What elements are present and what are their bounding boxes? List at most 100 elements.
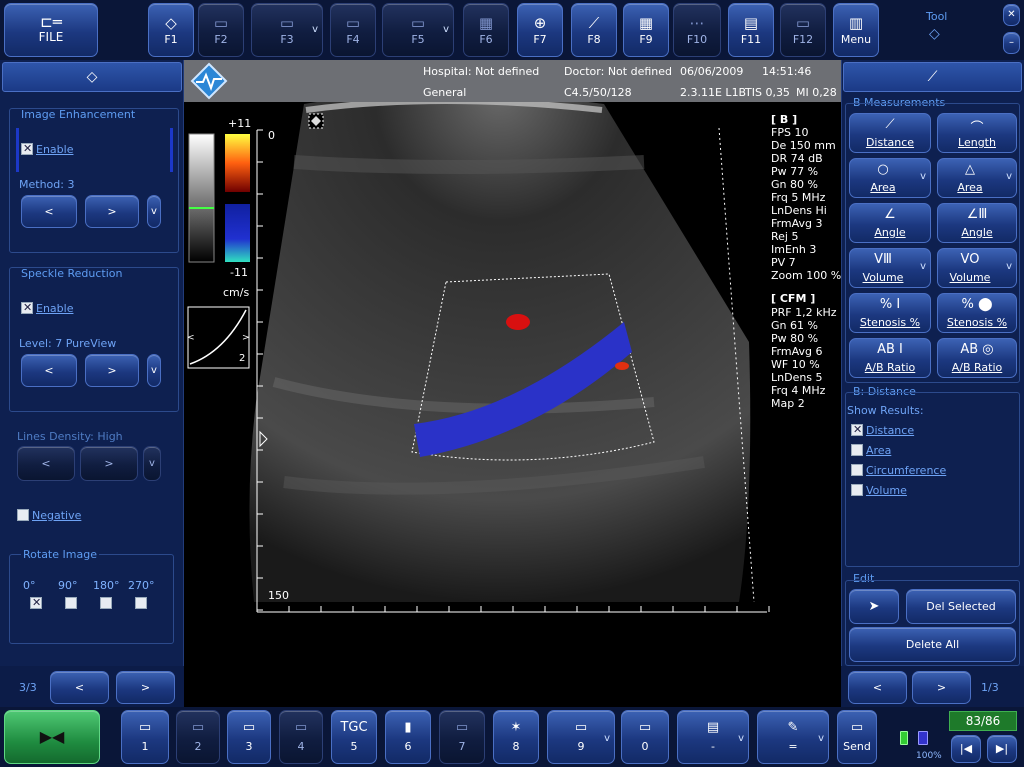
prev-frame-button[interactable]: |◀ bbox=[951, 735, 981, 763]
left-next-page-button[interactable]: > bbox=[116, 671, 175, 704]
function-key-label: F9 bbox=[639, 33, 653, 46]
left-panel-header[interactable]: ◇ bbox=[2, 62, 182, 92]
close-button[interactable]: ✕ bbox=[1003, 4, 1020, 26]
function-key-f4[interactable]: ▭ F4 bbox=[330, 3, 376, 57]
dropdown-icon[interactable]: v bbox=[920, 261, 926, 272]
function-key-f3[interactable]: ▭ F3 v bbox=[251, 3, 323, 57]
bottom-key-7[interactable]: ▭ 7 bbox=[439, 710, 485, 764]
result-label[interactable]: Area bbox=[866, 444, 891, 457]
function-key-f10[interactable]: ⋯ F10 bbox=[673, 3, 721, 57]
measure-length-button[interactable]: ⌒ Length bbox=[937, 113, 1017, 153]
measure-area-button[interactable]: ○ Area v bbox=[849, 158, 931, 198]
method-next-button[interactable]: > bbox=[85, 195, 139, 228]
bottom-key-6[interactable]: ▮ 6 bbox=[385, 710, 431, 764]
del-selected-button[interactable]: Del Selected bbox=[906, 589, 1016, 624]
bottom-key-Send[interactable]: ▭ Send bbox=[837, 710, 877, 764]
bottom-key-4[interactable]: ▭ 4 bbox=[279, 710, 323, 764]
dropdown-icon[interactable]: v bbox=[920, 171, 926, 182]
method-more-button[interactable]: v bbox=[147, 195, 161, 228]
rotate-checkbox[interactable] bbox=[65, 597, 77, 609]
measure-a-b-ratio-button[interactable]: AB Ⅰ A/B Ratio bbox=[849, 338, 931, 378]
image-enhancement-enable-label[interactable]: Enable bbox=[36, 143, 73, 156]
freeze-button[interactable]: ▶◀ bbox=[4, 710, 100, 764]
bottom-key-5[interactable]: TGC 5 bbox=[331, 710, 377, 764]
param-line: Pw 80 % bbox=[771, 332, 819, 345]
rotate-checkbox[interactable] bbox=[135, 597, 147, 609]
bottom-key--[interactable]: ▤ - v bbox=[677, 710, 749, 764]
dropdown-icon[interactable]: v bbox=[312, 24, 318, 35]
right-next-page-button[interactable]: > bbox=[912, 671, 971, 704]
bottom-key-=[interactable]: ✎ = v bbox=[757, 710, 829, 764]
tool-icon[interactable]: ◇ bbox=[929, 26, 940, 42]
delete-all-button[interactable]: Delete All bbox=[849, 627, 1016, 662]
bottom-key-1[interactable]: ▭ 1 bbox=[121, 710, 169, 764]
speckle-more-label: v bbox=[151, 365, 157, 376]
speckle-next-button[interactable]: > bbox=[85, 354, 139, 387]
measure-angle-button[interactable]: ∠Ⅲ Angle bbox=[937, 203, 1017, 243]
bottom-key-2[interactable]: ▭ 2 bbox=[176, 710, 220, 764]
pointer-button[interactable]: ➤ bbox=[849, 589, 899, 624]
function-key-f9[interactable]: ▦ F9 bbox=[623, 3, 669, 57]
close-icon: ✕ bbox=[1007, 9, 1016, 20]
speckle-checkbox[interactable] bbox=[21, 301, 33, 314]
rotate-checkbox[interactable] bbox=[30, 596, 42, 609]
speckle-more-button[interactable]: v bbox=[147, 354, 161, 387]
bottom-key-8[interactable]: ✶ 8 bbox=[493, 710, 539, 764]
lines-density-more-button[interactable]: v bbox=[143, 446, 161, 481]
function-key-label: F11 bbox=[740, 33, 762, 46]
measure-angle-button[interactable]: ∠ Angle bbox=[849, 203, 931, 243]
measure-stenosis--button[interactable]: % ⬤ Stenosis % bbox=[937, 293, 1017, 333]
measure-a-b-ratio-button[interactable]: AB ◎ A/B Ratio bbox=[937, 338, 1017, 378]
measure-volume-button[interactable]: VⅢ Volume v bbox=[849, 248, 931, 288]
bottom-key-3[interactable]: ▭ 3 bbox=[227, 710, 271, 764]
dropdown-icon[interactable]: v bbox=[818, 733, 824, 744]
ultrasound-image[interactable]: < > bbox=[184, 102, 841, 707]
function-key-f5[interactable]: ▭ F5 v bbox=[382, 3, 454, 57]
speckle-enable-label[interactable]: Enable bbox=[36, 302, 73, 315]
right-prev-page-button[interactable]: < bbox=[848, 671, 907, 704]
function-key-f7[interactable]: ⊕ F7 bbox=[517, 3, 563, 57]
speckle-prev-button[interactable]: < bbox=[21, 354, 77, 387]
left-next-label: > bbox=[140, 681, 151, 694]
result-checkbox[interactable] bbox=[851, 423, 863, 436]
rotate-checkbox[interactable] bbox=[100, 597, 112, 609]
function-key-f2[interactable]: ▭ F2 bbox=[198, 3, 244, 57]
result-label[interactable]: Distance bbox=[866, 424, 914, 437]
dropdown-icon[interactable]: v bbox=[738, 733, 744, 744]
measure-area-button[interactable]: △ Area v bbox=[937, 158, 1017, 198]
bottom-key-9[interactable]: ▭ 9 v bbox=[547, 710, 615, 764]
function-key-f8[interactable]: ⟋ F8 bbox=[571, 3, 617, 57]
result-checkbox[interactable] bbox=[851, 444, 863, 456]
measure-label: Stenosis % bbox=[859, 316, 921, 329]
function-key-f6[interactable]: ▦ F6 bbox=[463, 3, 509, 57]
function-key-f11[interactable]: ▤ F11 bbox=[728, 3, 774, 57]
next-frame-button[interactable]: ▶| bbox=[987, 735, 1017, 763]
lines-density-more-label: v bbox=[149, 458, 155, 469]
function-key-menu[interactable]: ▥ Menu bbox=[833, 3, 879, 57]
param-line: PRF 1,2 kHz bbox=[771, 306, 837, 319]
dropdown-icon[interactable]: v bbox=[1006, 171, 1012, 182]
result-checkbox[interactable] bbox=[851, 484, 863, 496]
lines-density-next-button[interactable]: > bbox=[80, 446, 138, 481]
measure-volume-button[interactable]: VO Volume v bbox=[937, 248, 1017, 288]
dropdown-icon[interactable]: v bbox=[1006, 261, 1012, 272]
lines-density-prev-button[interactable]: < bbox=[17, 446, 75, 481]
method-prev-button[interactable]: < bbox=[21, 195, 77, 228]
result-label[interactable]: Circumference bbox=[866, 464, 946, 477]
result-checkbox[interactable] bbox=[851, 464, 863, 476]
function-key-f12[interactable]: ▭ F12 bbox=[780, 3, 826, 57]
result-label[interactable]: Volume bbox=[866, 484, 907, 497]
negative-checkbox[interactable] bbox=[17, 509, 29, 521]
image-enhancement-checkbox[interactable] bbox=[21, 142, 33, 155]
measure-stenosis--button[interactable]: % Ⅰ Stenosis % bbox=[849, 293, 931, 333]
left-prev-page-button[interactable]: < bbox=[50, 671, 109, 704]
file-button[interactable]: ⊏═ FILE bbox=[4, 3, 98, 57]
measure-distance-button[interactable]: ⟋ Distance bbox=[849, 113, 931, 153]
right-panel-header[interactable]: ⟋ bbox=[843, 62, 1022, 92]
dropdown-icon[interactable]: v bbox=[443, 24, 449, 35]
minimize-button[interactable]: – bbox=[1003, 32, 1020, 54]
function-key-f1[interactable]: ◇ F1 bbox=[148, 3, 194, 57]
dropdown-icon[interactable]: v bbox=[604, 733, 610, 744]
negative-label[interactable]: Negative bbox=[32, 509, 81, 522]
bottom-key-0[interactable]: ▭ 0 bbox=[621, 710, 669, 764]
